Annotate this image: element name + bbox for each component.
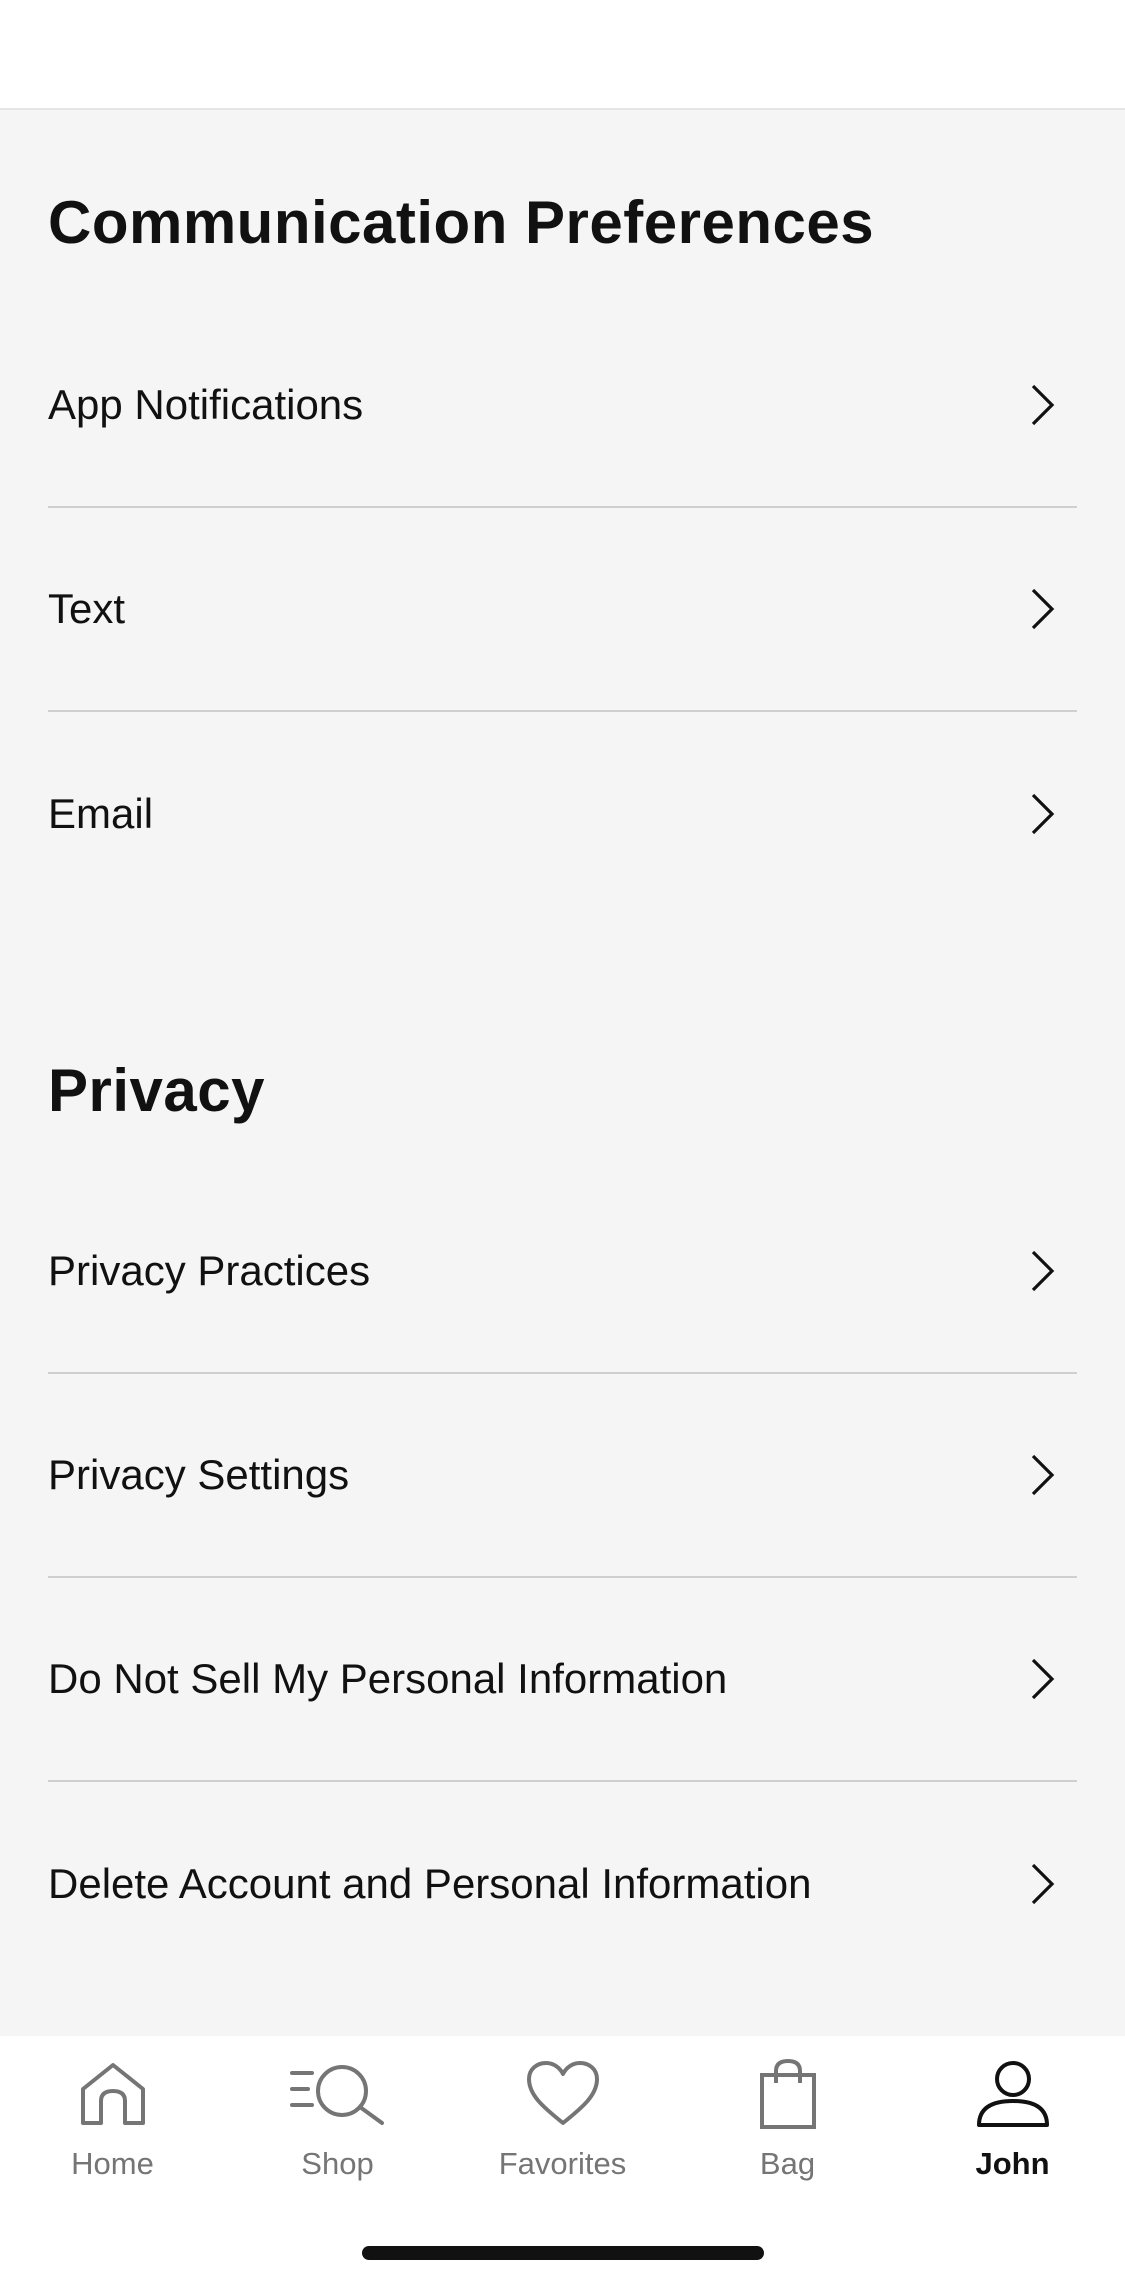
profile-icon [963,2054,1063,2134]
row-label: Do Not Sell My Personal Information [48,1655,728,1702]
row-label: Email [48,790,154,837]
tab-label: John [975,2146,1050,2181]
section-title-privacy: Privacy [48,1057,266,1124]
row-label: Privacy Settings [48,1451,350,1498]
row-app-notifications[interactable]: App Notifications [48,304,1077,508]
settings-page: Communication Preferences App Notificati… [0,0,1125,2284]
row-label: Text [48,585,126,632]
heart-icon [513,2054,613,2134]
row-privacy-settings[interactable]: Privacy Settings [48,1374,1077,1578]
row-delete-account[interactable]: Delete Account and Personal Information [48,1782,1077,1986]
search-icon [288,2054,388,2134]
row-text[interactable]: Text [48,508,1077,712]
chevron-right-icon [1023,381,1063,429]
home-indicator [362,2246,764,2260]
home-icon [63,2054,163,2134]
row-label: App Notifications [48,381,364,428]
bag-icon [738,2054,838,2134]
row-label: Delete Account and Personal Information [48,1860,812,1907]
row-do-not-sell[interactable]: Do Not Sell My Personal Information [48,1578,1077,1782]
tab-label: Favorites [498,2146,627,2181]
chevron-right-icon [1023,585,1063,633]
chevron-right-icon [1023,1451,1063,1499]
top-bar [0,0,1125,110]
chevron-right-icon [1023,1655,1063,1703]
row-label: Privacy Practices [48,1247,371,1294]
row-email[interactable]: Email [48,712,1077,916]
tab-label: Shop [301,2146,374,2181]
tab-shop[interactable]: Shop [225,2054,450,2214]
row-privacy-practices[interactable]: Privacy Practices [48,1170,1077,1374]
tab-bag[interactable]: Bag [675,2054,900,2214]
tab-label: Home [71,2146,154,2181]
tab-profile[interactable]: John [900,2054,1125,2214]
tab-favorites[interactable]: Favorites [450,2054,675,2214]
chevron-right-icon [1023,1860,1063,1908]
chevron-right-icon [1023,1247,1063,1295]
tab-label: Bag [759,2146,816,2181]
tab-home[interactable]: Home [0,2054,225,2214]
section-title-communication: Communication Preferences [48,189,875,256]
chevron-right-icon [1023,790,1063,838]
